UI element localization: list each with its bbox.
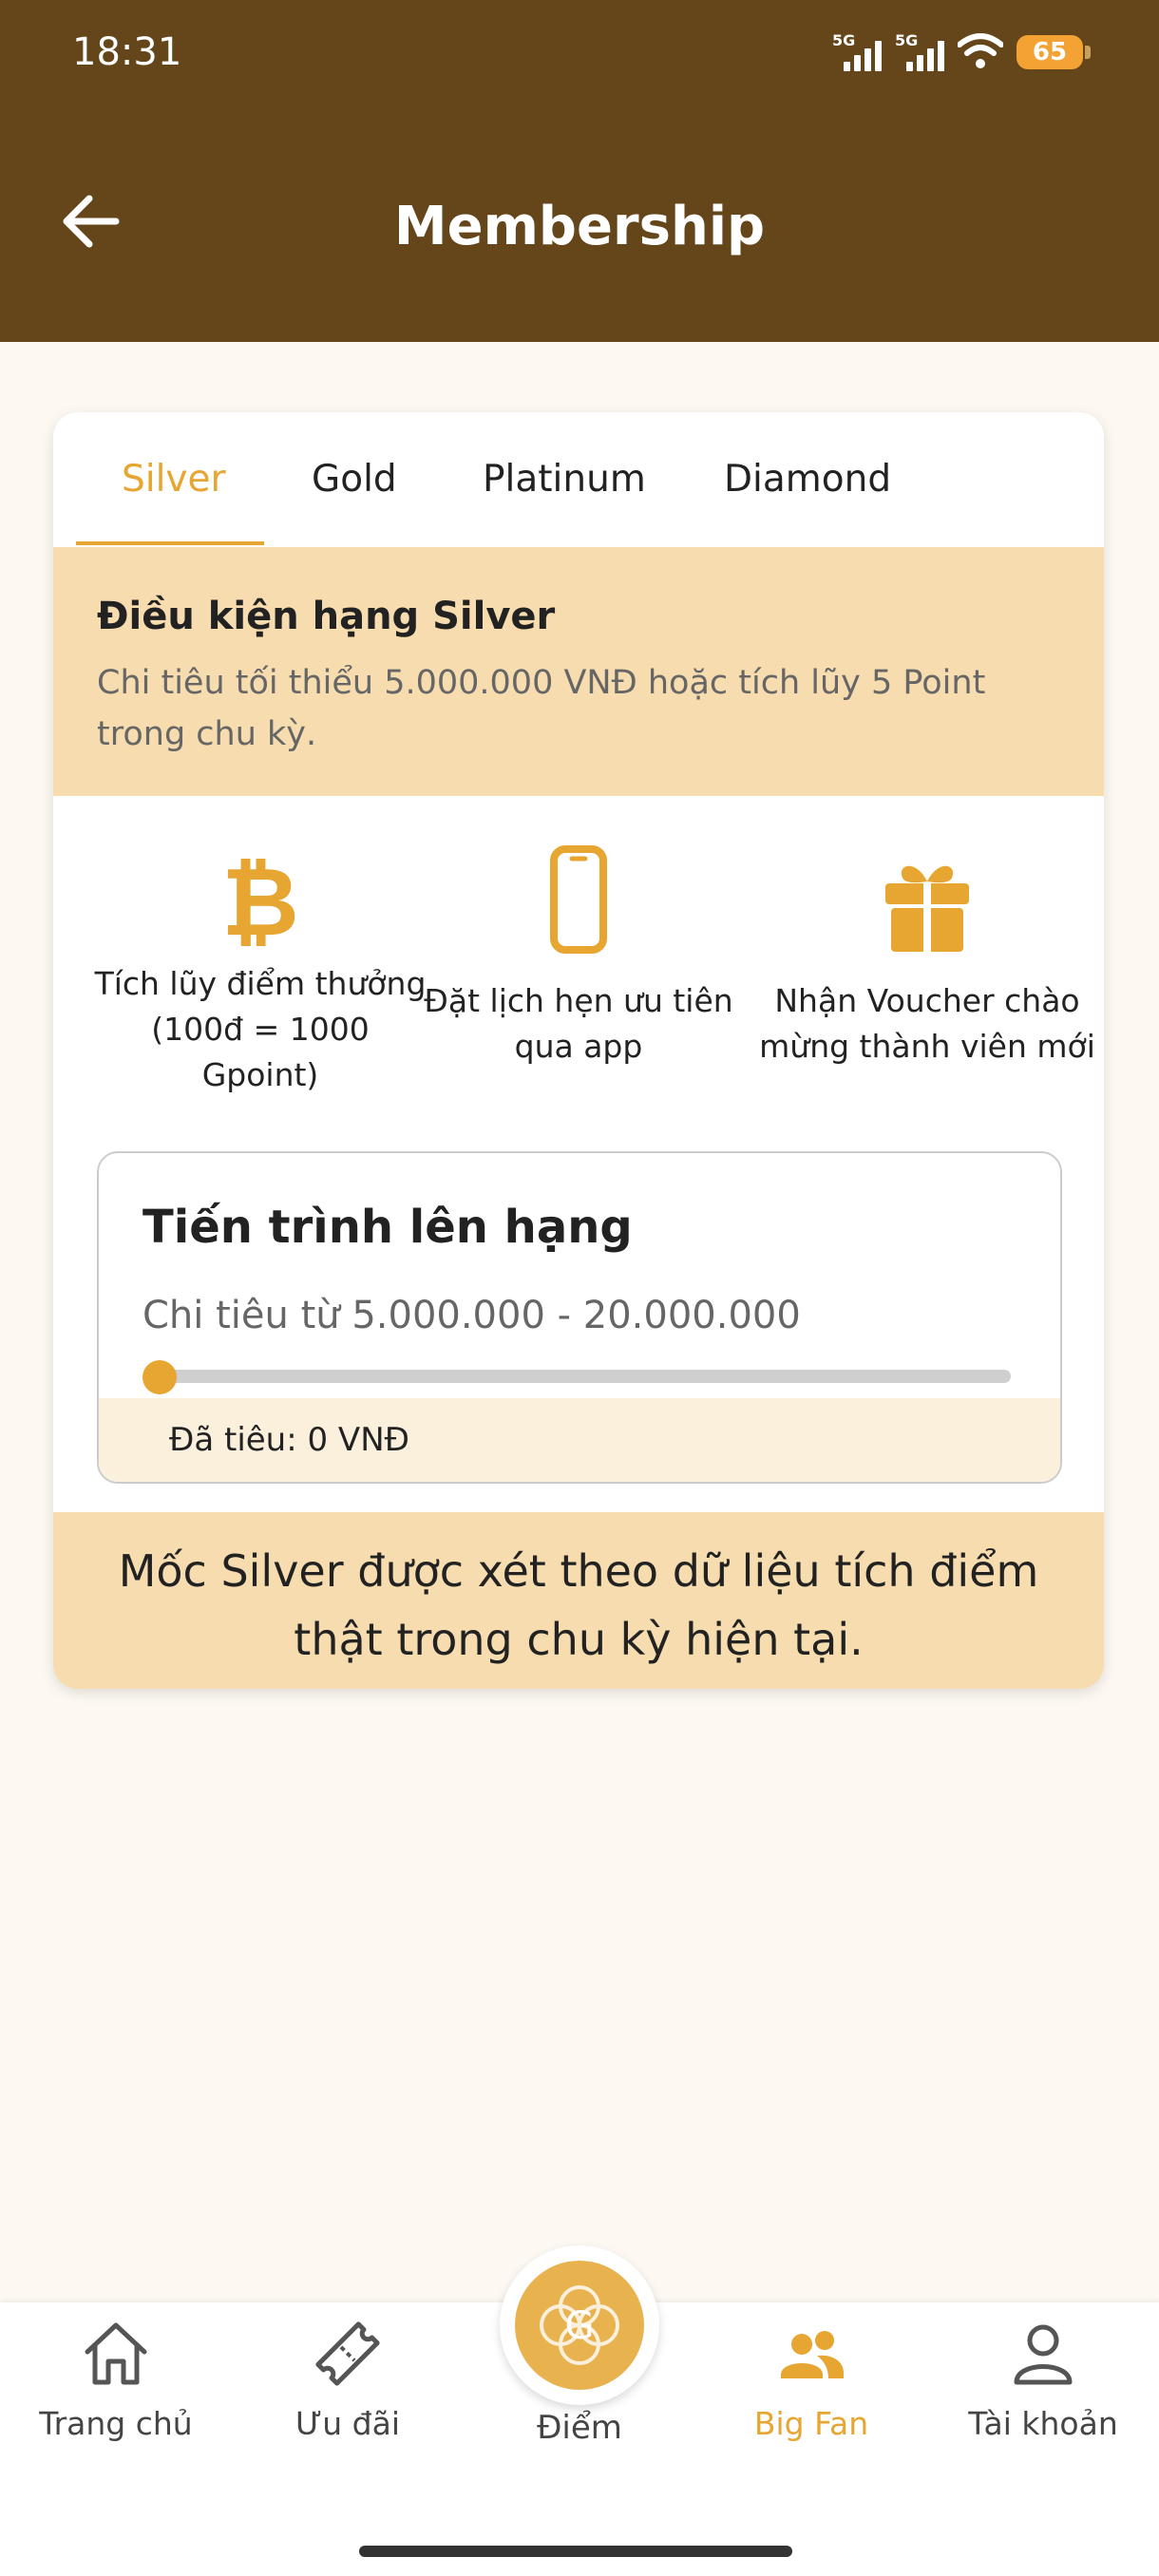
- nav-item-home[interactable]: Trang chủ: [11, 2302, 220, 2442]
- nav-label: Ưu đãi: [294, 2405, 401, 2442]
- nav-label: Điểm: [537, 2409, 622, 2447]
- membership-card: Silver Gold Platinum Diamond Điều kiện h…: [53, 412, 1104, 1689]
- home-indicator: [359, 2546, 792, 2557]
- users-icon: [781, 2331, 844, 2378]
- points-button[interactable]: G: [500, 2245, 659, 2405]
- bitcoin-icon: ₿: [222, 846, 298, 948]
- benefit-text: Đặt lịch hẹn ưu tiên qua app: [424, 982, 733, 1065]
- svg-text:₿: ₿: [222, 846, 298, 948]
- progress-footer: Đã tiêu: 0 VNĐ: [99, 1398, 1060, 1482]
- tier-condition-panel: Điều kiện hạng Silver Chi tiêu tối thiểu…: [53, 547, 1104, 796]
- tier-tabs: Silver Gold Platinum Diamond: [53, 412, 1104, 547]
- active-tab-indicator: [76, 541, 264, 545]
- signal-icon: 5G: [895, 31, 944, 73]
- status-time: 18:31: [72, 30, 182, 74]
- progress-track: [156, 1370, 1011, 1383]
- nav-label: Tài khoản: [968, 2405, 1118, 2442]
- home-icon: [85, 2322, 147, 2385]
- nav-label: Trang chủ: [39, 2405, 193, 2442]
- benefit-text: Tích lũy điểm thưởng (100đ = 1000 Gpoint…: [94, 965, 427, 1093]
- smartphone-icon: [550, 845, 607, 954]
- progress-title: Tiến trình lên hạng: [142, 1201, 633, 1254]
- tab-silver[interactable]: Silver: [122, 458, 226, 501]
- benefit-item: Nhận Voucher chào mừng thành viên mới: [756, 843, 1098, 1070]
- battery-icon: 65: [1016, 35, 1091, 69]
- benefit-item: ₿ Tích lũy điểm thưởng (100đ = 1000 Gpoi…: [89, 843, 431, 1098]
- benefit-text: Nhận Voucher chào mừng thành viên mới: [759, 982, 1095, 1065]
- benefit-item: Đặt lịch hẹn ưu tiên qua app: [408, 843, 750, 1070]
- progress-range: Chi tiêu từ 5.000.000 - 20.000.000: [142, 1294, 801, 1337]
- nav-item-offers[interactable]: Ưu đãi: [243, 2302, 452, 2442]
- nav-item-big-fan[interactable]: Big Fan: [707, 2302, 916, 2442]
- nav-item-account[interactable]: Tài khoản: [939, 2302, 1148, 2442]
- tier-note-panel: Mốc Silver được xét theo dữ liệu tích đi…: [53, 1512, 1104, 1689]
- svg-text:G: G: [565, 2304, 595, 2348]
- page-title: Membership: [393, 196, 766, 257]
- progress-indicator: [142, 1360, 177, 1394]
- spent-amount: Đã tiêu: 0 VNĐ: [169, 1421, 409, 1459]
- ticket-icon: [315, 2321, 380, 2386]
- battery-level: 65: [1032, 38, 1068, 66]
- tab-platinum[interactable]: Platinum: [483, 458, 646, 501]
- nav-label: Big Fan: [753, 2405, 869, 2442]
- wifi-icon: [958, 33, 1003, 68]
- tab-diamond[interactable]: Diamond: [724, 458, 891, 501]
- app-header: 18:31 5G 5G 65 Membership: [0, 0, 1159, 342]
- signal-icon: 5G: [832, 31, 882, 73]
- tier-progress-box: Tiến trình lên hạng Chi tiêu từ 5.000.00…: [97, 1151, 1062, 1484]
- points-logo-icon: G: [515, 2261, 644, 2390]
- condition-title: Điều kiện hạng Silver: [97, 595, 556, 638]
- gift-icon: [885, 865, 969, 952]
- tier-note: Mốc Silver được xét theo dữ liệu tích đi…: [118, 1545, 1039, 1665]
- condition-description: Chi tiêu tối thiểu 5.000.000 VNĐ hoặc tí…: [97, 664, 986, 753]
- status-icons: 5G 5G 65: [832, 28, 1091, 76]
- tab-gold[interactable]: Gold: [312, 458, 397, 501]
- user-icon: [1014, 2324, 1073, 2385]
